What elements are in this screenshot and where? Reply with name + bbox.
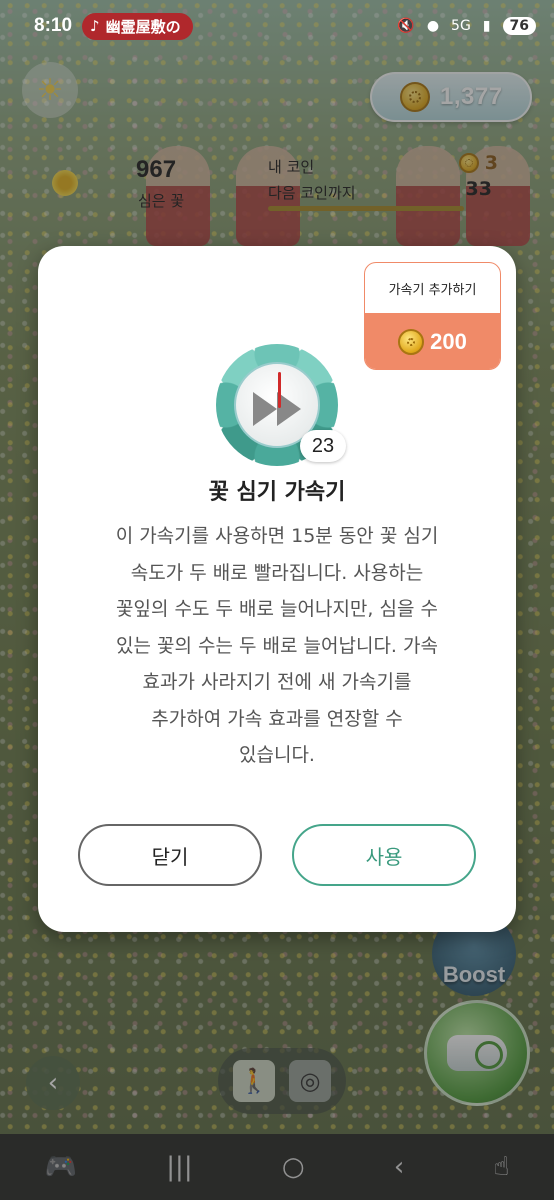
add-accelerator-label: 가속기 추가하기 — [388, 282, 477, 298]
status-time: 8:10 — [34, 15, 73, 36]
add-accelerator-price: 200 — [430, 329, 467, 354]
status-icons: 🔇 ● 5G ▮ 76 — [397, 17, 536, 35]
network-label: 5G — [451, 18, 471, 34]
description-line: 꽃잎의 수도 두 배로 늘어나지만, 심을 수 — [116, 598, 438, 620]
dialog-title: 꽃 심기 가속기 — [208, 480, 346, 505]
add-accelerator-price-button[interactable]: 200 — [365, 313, 500, 369]
add-accelerator-card[interactable]: 가속기 추가하기 200 — [364, 262, 501, 370]
now-playing-pill[interactable]: ♪ 幽霊屋敷の — [82, 12, 193, 40]
music-note-icon: ♪ — [90, 17, 100, 35]
signal-icon: ▮ — [482, 18, 491, 34]
description-line: 있습니다. — [239, 744, 315, 766]
description-line: 효과가 사라지기 전에 새 가속기를 — [142, 671, 412, 693]
location-icon: ● — [426, 18, 440, 34]
mute-icon: 🔇 — [397, 18, 415, 34]
accelerator-count-badge: 23 — [300, 430, 346, 462]
use-button[interactable]: 사용 — [292, 824, 476, 886]
status-bar: 8:10 ♪ 幽霊屋敷の 🔇 ● 5G ▮ 76 — [0, 0, 554, 52]
description-line: 이 가속기를 사용하면 15분 동안 꽃 심기 — [115, 525, 439, 547]
clock-hand-icon — [278, 372, 281, 408]
description-line: 속도가 두 배로 빨라집니다. 사용하는 — [130, 561, 424, 584]
fast-forward-icon — [253, 392, 301, 426]
description-line: 있는 꽃의 수는 두 배로 늘어납니다. 가속 — [116, 634, 438, 657]
coin-icon — [398, 329, 425, 355]
description-line: 추가하여 가속 효과를 연장할 수 — [151, 707, 403, 730]
now-playing-title: 幽霊屋敷の — [105, 17, 181, 36]
close-button[interactable]: 닫기 — [78, 824, 262, 886]
battery-badge: 76 — [502, 17, 536, 35]
dialog-description: 이 가속기를 사용하면 15분 동안 꽃 심기 속도가 두 배로 빨라집니다. … — [70, 518, 484, 774]
